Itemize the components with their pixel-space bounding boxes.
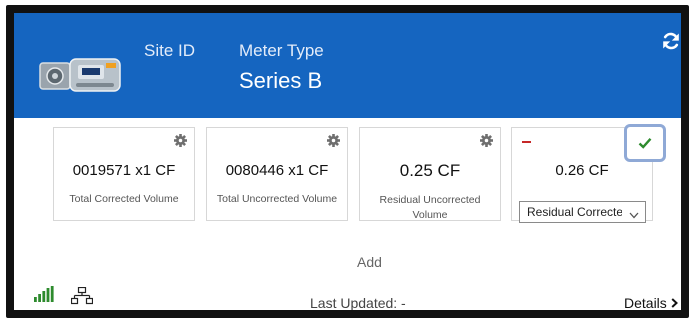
confirm-button[interactable] bbox=[624, 124, 666, 162]
meter-card: Site ID Meter Type Series B 0019571 x1 C… bbox=[6, 5, 689, 318]
meter-type-value: Series B bbox=[239, 68, 323, 93]
meter-type-label: Meter Type bbox=[239, 41, 324, 60]
tile-total-uncorrected-volume[interactable]: 0080446 x1 CF Total Uncorrected Volume bbox=[206, 127, 348, 221]
tile-label: Total Corrected Volume bbox=[69, 193, 179, 205]
last-updated-text: Last Updated: - bbox=[310, 295, 406, 311]
tile-value: 0080446 x1 CF bbox=[225, 162, 329, 179]
select-value: Residual Corrected Volume bbox=[527, 205, 622, 219]
meter-device-icon bbox=[36, 49, 126, 102]
tile-type-select[interactable]: Residual Corrected Volume bbox=[519, 201, 646, 223]
details-label: Details bbox=[624, 295, 667, 311]
tile-label: Total Uncorrected Volume bbox=[216, 193, 338, 205]
site-id-label: Site ID bbox=[144, 41, 196, 60]
minus-icon[interactable] bbox=[522, 141, 531, 143]
add-tile-button[interactable]: Add bbox=[357, 254, 382, 270]
chevron-right-icon bbox=[671, 295, 678, 310]
tile-value: 0.25 CF bbox=[399, 161, 461, 180]
tile-value: 0.26 CF bbox=[555, 162, 609, 179]
refresh-icon[interactable] bbox=[661, 31, 681, 56]
meter-header: Site ID Meter Type Series B bbox=[14, 13, 681, 118]
chevron-down-icon bbox=[629, 208, 639, 222]
gear-icon[interactable] bbox=[327, 134, 340, 152]
check-icon bbox=[638, 138, 652, 149]
tile-total-corrected-volume[interactable]: 0019571 x1 CF Total Corrected Volume bbox=[53, 127, 195, 221]
gear-icon[interactable] bbox=[480, 134, 493, 152]
tile-label: Residual Uncorrected Volume bbox=[379, 194, 481, 221]
tile-residual-uncorrected-volume[interactable]: 0.25 CF Residual Uncorrected Volume bbox=[359, 127, 501, 221]
signal-bars-icon bbox=[34, 286, 54, 307]
details-link[interactable]: Details bbox=[624, 295, 678, 311]
gear-icon[interactable] bbox=[174, 134, 187, 152]
network-icon bbox=[70, 286, 94, 310]
tile-value: 0019571 x1 CF bbox=[72, 162, 176, 179]
